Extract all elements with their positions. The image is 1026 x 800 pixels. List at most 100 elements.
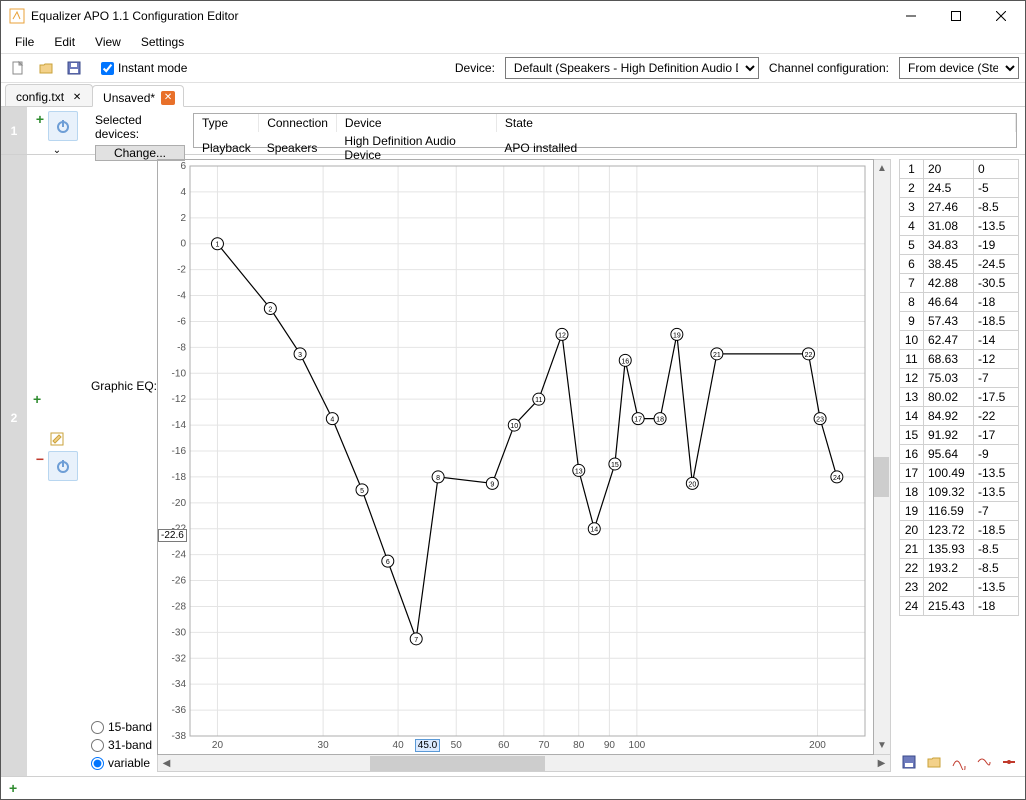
svg-text:-30: -30 (172, 627, 187, 638)
svg-text:15: 15 (611, 462, 619, 469)
eq-point-row[interactable]: 1168.63-12 (900, 350, 1019, 369)
eq-point-list[interactable]: 1200224.5-5327.46-8.5431.08-13.5534.83-1… (899, 159, 1019, 748)
svg-text:-28: -28 (172, 601, 187, 612)
svg-text:18: 18 (656, 417, 664, 424)
menubar: File Edit View Settings (1, 31, 1025, 53)
svg-text:-12: -12 (172, 394, 187, 405)
svg-text:-20: -20 (172, 498, 187, 509)
eq-point-row[interactable]: 431.08-13.5 (900, 217, 1019, 236)
menu-file[interactable]: File (7, 33, 42, 51)
filter-power-toggle[interactable] (48, 451, 78, 481)
add-filter-icon[interactable]: + (36, 111, 44, 141)
svg-text:21: 21 (713, 352, 721, 359)
instant-mode-toggle[interactable]: Instant mode (101, 61, 187, 75)
eq-point-row[interactable]: 22193.2-8.5 (900, 559, 1019, 578)
device-table: Type Connection Device State Playback Sp… (193, 113, 1017, 148)
svg-text:-14: -14 (172, 420, 187, 431)
eq-point-row[interactable]: 17100.49-13.5 (900, 464, 1019, 483)
add-row-icon[interactable]: + (9, 780, 17, 796)
svg-text:-26: -26 (172, 576, 187, 587)
footer: + (1, 777, 1025, 799)
maximize-button[interactable] (933, 2, 978, 30)
new-file-button[interactable] (7, 57, 29, 79)
minimize-button[interactable] (888, 2, 933, 30)
h-scrollbar[interactable]: ◀ ▶ (157, 755, 891, 772)
add-filter-icon[interactable]: + (33, 391, 41, 407)
eq-point-row[interactable]: 18109.32-13.5 (900, 483, 1019, 502)
tab-close-icon[interactable]: ✕ (161, 91, 175, 105)
svg-text:-24: -24 (172, 550, 187, 561)
eq-point-row[interactable]: 21135.93-8.5 (900, 540, 1019, 559)
open-file-button[interactable] (35, 57, 57, 79)
svg-text:3: 3 (298, 352, 302, 359)
svg-text:6: 6 (386, 559, 390, 566)
eq-point-row[interactable]: 957.43-18.5 (900, 312, 1019, 331)
svg-text:-8: -8 (177, 342, 186, 353)
eq-point-row[interactable]: 20123.72-18.5 (900, 521, 1019, 540)
toolbar: Instant mode Device: Default (Speakers -… (1, 53, 1025, 83)
channel-config-label: Channel configuration: (765, 61, 893, 75)
eq-point-row[interactable]: 327.46-8.5 (900, 198, 1019, 217)
svg-text:30: 30 (318, 740, 330, 751)
svg-text:6: 6 (180, 161, 186, 172)
eq-point-row[interactable]: 1380.02-17.5 (900, 388, 1019, 407)
edit-icon[interactable] (49, 431, 65, 450)
menu-edit[interactable]: Edit (46, 33, 83, 51)
svg-text:13: 13 (575, 468, 583, 475)
filter-row-2: 2 + − Graphic EQ: 15-band 31-band variab… (1, 155, 1025, 777)
titlebar: Equalizer APO 1.1 Configuration Editor (1, 1, 1025, 31)
svg-text:100: 100 (629, 740, 646, 751)
eq-point-row[interactable]: 846.64-18 (900, 293, 1019, 312)
eq-point-row[interactable]: 19116.59-7 (900, 502, 1019, 521)
menu-view[interactable]: View (87, 33, 129, 51)
eq-point-row[interactable]: 1591.92-17 (900, 426, 1019, 445)
instant-mode-label: Instant mode (118, 61, 187, 75)
instant-mode-checkbox[interactable] (101, 62, 114, 75)
eq-point-row[interactable]: 534.83-19 (900, 236, 1019, 255)
svg-text:-2: -2 (177, 265, 186, 276)
col-state: State (496, 114, 1015, 132)
tab-unsaved[interactable]: Unsaved* ✕ (92, 85, 184, 107)
remove-filter-icon[interactable]: − (36, 451, 44, 481)
band-31-radio[interactable]: 31-band (91, 738, 153, 752)
eq-point-row[interactable]: 23202-13.5 (900, 578, 1019, 597)
svg-text:8: 8 (436, 475, 440, 482)
eq-point-row[interactable]: 1062.47-14 (900, 331, 1019, 350)
menu-settings[interactable]: Settings (133, 33, 192, 51)
invert-icon[interactable] (949, 752, 969, 772)
eq-point-row[interactable]: 1484.92-22 (900, 407, 1019, 426)
tabbar: config.txt ✕ Unsaved* ✕ (1, 83, 1025, 107)
eq-point-row[interactable]: 1275.03-7 (900, 369, 1019, 388)
eq-point-row[interactable]: 24215.43-18 (900, 597, 1019, 616)
eq-graph[interactable]: 6420-2-4-6-8-10-12-14-16-18-20-22-24-26-… (157, 159, 874, 755)
import-icon[interactable] (899, 752, 919, 772)
svg-text:-10: -10 (172, 368, 187, 379)
eq-point-row[interactable]: 224.5-5 (900, 179, 1019, 198)
save-file-button[interactable] (63, 57, 85, 79)
close-button[interactable] (978, 2, 1023, 30)
band-15-radio[interactable]: 15-band (91, 720, 153, 734)
tab-config-txt[interactable]: config.txt ✕ (5, 84, 93, 106)
svg-text:-36: -36 (172, 705, 187, 716)
svg-text:-32: -32 (172, 653, 187, 664)
y-cursor-value: -22.6 (158, 529, 187, 542)
row-number[interactable]: 1 (1, 107, 27, 154)
band-variable-radio[interactable]: variable (91, 756, 153, 770)
channel-config-select[interactable]: From device (Stereo) (899, 57, 1019, 79)
folder-icon[interactable] (924, 752, 944, 772)
col-type: Type (194, 114, 259, 132)
x-cursor-value: 45.0 (415, 739, 440, 752)
eq-point-row[interactable]: 638.45-24.5 (900, 255, 1019, 274)
v-scrollbar[interactable]: ▲ ▼ (874, 159, 891, 755)
eq-point-row[interactable]: 1695.64-9 (900, 445, 1019, 464)
device-select[interactable]: Default (Speakers - High Definition Audi… (505, 57, 759, 79)
tab-close-icon[interactable]: ✕ (70, 90, 84, 104)
svg-text:-4: -4 (177, 291, 186, 302)
eq-point-row[interactable]: 742.88-30.5 (900, 274, 1019, 293)
eq-point-row[interactable]: 1200 (900, 160, 1019, 179)
device-label: Device: (451, 61, 499, 75)
filter-power-toggle[interactable] (48, 111, 78, 141)
reset-icon[interactable] (999, 752, 1019, 772)
row-number[interactable]: 2 (1, 155, 27, 776)
normalize-icon[interactable] (974, 752, 994, 772)
